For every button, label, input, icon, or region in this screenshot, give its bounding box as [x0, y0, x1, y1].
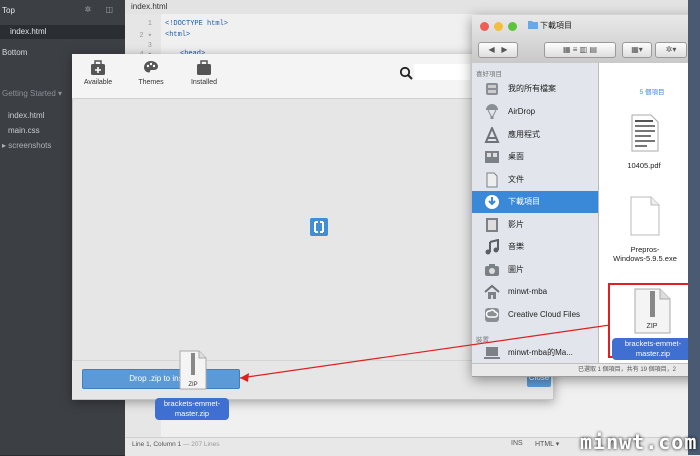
all-files-icon — [486, 83, 498, 95]
insert-mode-toggle[interactable]: INS — [511, 440, 523, 447]
brackets-logo-icon — [310, 218, 328, 236]
watermark: minwt.com — [580, 430, 698, 454]
exe-file-icon[interactable] — [630, 196, 660, 236]
action-gear-button[interactable]: ✲▾ — [655, 42, 687, 58]
finder-title: 下載項目 — [540, 21, 572, 30]
back-forward-buttons[interactable]: ◀ ▶ — [478, 42, 518, 58]
sidebar-item-home[interactable]: minwt-mba — [472, 281, 598, 303]
applications-icon — [484, 127, 500, 143]
code-line[interactable]: <!DOCTYPE html> — [165, 20, 228, 28]
dragged-zip-file-icon[interactable]: ZIP — [178, 350, 208, 390]
drop-zip-install-button[interactable]: Drop .zip to install — [82, 369, 240, 389]
sidebar-item-downloads[interactable]: 下載項目 — [472, 191, 598, 213]
desktop-icon — [485, 151, 499, 163]
camera-icon — [485, 264, 499, 276]
language-select[interactable]: HTML ▾ — [535, 440, 559, 448]
zip-icon-text: ZIP — [188, 382, 197, 388]
airdrop-icon — [486, 104, 498, 120]
window-close-button[interactable] — [480, 22, 489, 31]
item-count-label: 5 個項目 — [639, 89, 665, 96]
sidebar-item-creative-cloud[interactable]: Creative Cloud Files — [472, 304, 598, 326]
file-name-pdf[interactable]: 10405.pdf — [612, 161, 676, 170]
creative-cloud-icon — [485, 308, 499, 322]
tab-installed[interactable]: Installed — [179, 60, 229, 86]
sidebar-item-all-files[interactable]: 我的所有檔案 — [472, 78, 598, 100]
home-icon — [484, 284, 500, 299]
sidebar-item-airdrop[interactable]: AirDrop — [472, 101, 598, 123]
editor-title: index.html — [125, 0, 700, 14]
sidebar-item-device[interactable]: minwt-mba的Ma... — [472, 343, 598, 363]
laptop-icon — [484, 347, 500, 359]
movies-icon — [486, 218, 498, 232]
briefcase-icon — [197, 60, 211, 75]
window-zoom-button[interactable] — [508, 22, 517, 31]
file-name-exe[interactable]: Prepros- Windows-5.9.5.exe — [604, 245, 686, 263]
sidebar-item-documents[interactable]: 文件 — [472, 169, 598, 191]
music-icon — [485, 239, 499, 255]
sidebar-item-desktop[interactable]: 桌面 — [472, 146, 598, 168]
view-mode-buttons[interactable]: ▦ ≡ ▥ ▤ — [544, 42, 616, 58]
cursor-position: Line 1, Column 1 — 207 Lines — [132, 441, 220, 448]
finder-status-bar: 已選取 1 個項目，共有 19 個項目，2 — [472, 363, 700, 376]
window-minimize-button[interactable] — [494, 22, 503, 31]
zip-file-icon[interactable]: ZIP — [632, 288, 672, 334]
zip-icon-text: ZIP — [647, 323, 658, 330]
documents-icon — [486, 172, 498, 188]
folder-icon — [528, 21, 538, 29]
palette-icon — [144, 61, 158, 73]
file-name-zip[interactable]: brackets-emmet- master.zip — [612, 338, 694, 360]
tab-available[interactable]: Available — [73, 60, 123, 86]
sidebar-item-music[interactable]: 音樂 — [472, 236, 598, 258]
sidebar-item-applications[interactable]: 應用程式 — [472, 124, 598, 146]
dragged-file-label: brackets-emmet- master.zip — [155, 398, 229, 420]
briefcase-plus-icon — [91, 60, 105, 75]
gear-icon: ✲ — [665, 45, 673, 54]
pdf-file-icon[interactable] — [631, 114, 659, 152]
line-number: 1 — [147, 20, 152, 28]
tab-themes[interactable]: Themes — [126, 60, 176, 86]
search-icon — [399, 66, 413, 80]
sidebar-item-pictures[interactable]: 圖片 — [472, 259, 598, 281]
working-file-index-html[interactable]: index.html — [0, 25, 135, 39]
arrange-button[interactable]: ▦▾ — [622, 42, 652, 58]
extension-search-input[interactable] — [414, 64, 470, 80]
line-number: 3 — [147, 42, 152, 50]
downloads-icon — [485, 195, 499, 209]
line-number: 2 ▾ — [139, 32, 152, 40]
sidebar-item-movies[interactable]: 影片 — [472, 214, 598, 236]
code-line[interactable]: <html> — [165, 31, 190, 39]
favorites-header: 喜好項目 — [476, 71, 502, 78]
desktop-edge — [688, 0, 700, 455]
sidebar-tool-icons[interactable]: ✲ ◫ — [85, 5, 119, 14]
